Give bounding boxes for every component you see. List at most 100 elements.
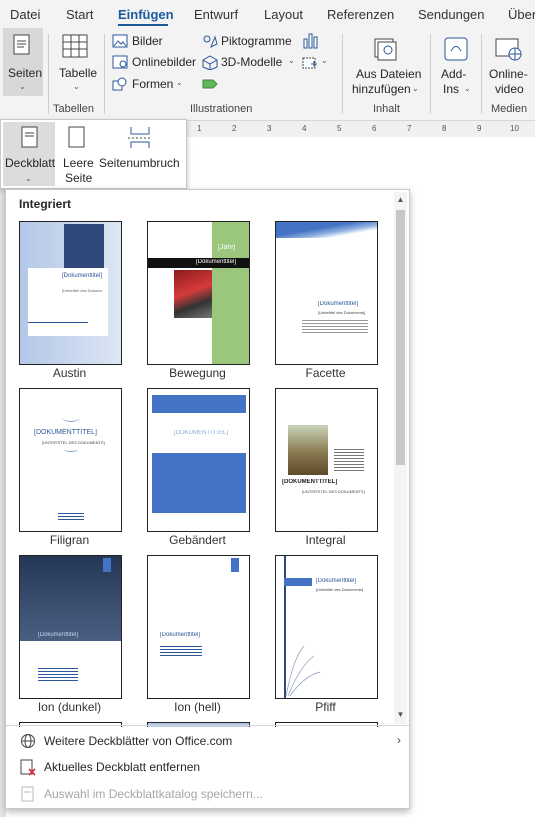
cover-thumbnail-ion-dunkel[interactable]: [Dokumenttitel]	[19, 555, 122, 699]
cover-page-icon	[21, 126, 38, 148]
save-selection-item[interactable]: Auswahl im Deckblattkatalog speichern...	[8, 785, 407, 805]
cover-thumbnail-pfiff[interactable]: [Dokumenttitel] [Untertitel des Dokument…	[275, 555, 378, 699]
gallery-scrollbar[interactable]: ▲ ▼	[394, 192, 407, 724]
cube-icon	[202, 55, 218, 70]
blank-page-button[interactable]: Leere Seite	[59, 122, 95, 186]
cover-name-integral: Integral	[305, 533, 346, 547]
group-divider	[342, 34, 343, 114]
page-break-icon	[128, 127, 152, 148]
ribbon-tab-bar: Datei Start Einfügen Entwurf Layout Refe…	[0, 0, 535, 28]
thumb-title: [DOKUMENTTITEL]	[174, 430, 229, 436]
remove-cover-label: Aktuelles Deckblatt entfernen	[44, 760, 201, 774]
group-divider	[104, 34, 105, 114]
blank-page-label-1: Leere	[63, 156, 94, 170]
scroll-up-arrow-icon[interactable]: ▲	[394, 193, 407, 207]
online-video-label-2: video	[495, 82, 524, 96]
thumb-title: [Dokumenttitel]	[316, 578, 357, 584]
cover-thumbnail-austin[interactable]: [Dokumenttitel] [Untertitel des Dokument…	[19, 221, 122, 365]
smartart-icon	[202, 79, 218, 89]
addins-label-2: Ins	[443, 82, 460, 96]
cover-page-button[interactable]: Deckblatt ⌄	[3, 122, 55, 186]
video-globe-icon	[495, 38, 522, 61]
tab-ueberpruefen[interactable]: Über	[508, 7, 535, 22]
horizontal-ruler[interactable]: 1 2 3 4 5 6 7 8 9 10	[185, 121, 535, 137]
ruler-tick: 6	[372, 124, 377, 133]
pictogram-icon	[203, 35, 218, 49]
scrollbar-thumb[interactable]	[396, 210, 405, 465]
more-covers-label: Weitere Deckblätter von Office.com	[44, 734, 233, 748]
pictures-button[interactable]: Bilder	[112, 33, 198, 51]
cover-thumbnail-ion-hell[interactable]: [Dokumenttitel]	[147, 555, 250, 699]
tab-datei[interactable]: Datei	[10, 7, 40, 22]
cover-name-austin: Austin	[52, 366, 87, 380]
ruler-tick: 3	[267, 124, 272, 133]
tab-referenzen[interactable]: Referenzen	[327, 7, 394, 22]
table-icon	[62, 34, 88, 58]
cover-name-ion-hell: Ion (hell)	[174, 700, 221, 714]
3d-models-label: 3D-Modelle	[221, 55, 283, 69]
chevron-down-icon: ⌄	[464, 84, 471, 93]
chevron-down-icon: ⌄	[19, 82, 26, 91]
cover-name-pfiff: Pfiff	[315, 700, 336, 714]
cover-name-gebaendert: Gebändert	[169, 533, 226, 547]
ruler-tick: 10	[510, 124, 519, 133]
thumb-subtitle: [UNTERTITEL DES DOKUMENTS]	[302, 489, 365, 494]
group-divider	[48, 34, 49, 114]
smartart-button[interactable]	[202, 76, 222, 94]
cover-thumbnail-gebaendert[interactable]: [DOKUMENTTITEL]	[147, 388, 250, 532]
more-covers-office-item[interactable]: Weitere Deckblätter von Office.com	[8, 731, 407, 753]
online-video-label-1: Online-	[489, 67, 528, 81]
cover-thumbnail-integral[interactable]: [DOKUMENTTITEL] [UNTERTITEL DES DOKUMENT…	[275, 388, 378, 532]
ruler-tick: 1	[197, 124, 202, 133]
cover-thumbnail-facette[interactable]: [Dokumenttitel] [Untertitel des Dokument…	[275, 221, 378, 365]
ruler-tick: 4	[302, 124, 307, 133]
shapes-label: Formen	[132, 77, 174, 91]
pictograms-button[interactable]: Piktogramme	[202, 33, 294, 51]
online-video-button[interactable]: Online- video	[487, 28, 535, 98]
chart-button[interactable]	[302, 32, 322, 50]
addins-label-1: Add-	[441, 67, 467, 81]
tab-start[interactable]: Start	[66, 7, 93, 22]
3d-models-button[interactable]: 3D-Modelle ⌄	[202, 54, 300, 72]
group-divider	[481, 34, 482, 114]
tab-sendungen[interactable]: Sendungen	[418, 7, 485, 22]
globe-icon	[21, 734, 35, 748]
gallery-section-header: Integriert	[19, 197, 72, 211]
page-break-button[interactable]: Seitenumbruch	[97, 122, 183, 186]
shapes-button[interactable]: Formen ⌄	[112, 76, 198, 94]
group-label-media: Medien	[491, 103, 528, 115]
chevron-down-icon: ⌄	[25, 174, 32, 183]
pages-label: Seiten	[8, 66, 43, 80]
addins-button[interactable]: Add- Ins ⌄	[437, 28, 475, 98]
cover-thumbnail-bewegung[interactable]: [Jahr] [Dokumenttitel]	[147, 221, 250, 365]
cover-name-bewegung: Bewegung	[169, 366, 226, 380]
decorative-curves	[285, 645, 321, 697]
scroll-down-arrow-icon[interactable]: ▼	[394, 708, 407, 722]
shapes-icon	[112, 77, 127, 91]
remove-cover-item[interactable]: Aktuelles Deckblatt entfernen	[8, 757, 407, 779]
ruler-tick: 2	[232, 124, 237, 133]
table-button[interactable]: Tabelle ⌄	[55, 28, 99, 96]
online-pictures-button[interactable]: Onlinebilder	[112, 54, 198, 72]
pages-dropdown: Deckblatt ⌄ Leere Seite Seitenumbruch	[0, 119, 187, 189]
tab-einfuegen[interactable]: Einfügen	[118, 7, 174, 22]
ruler-tick: 5	[337, 124, 342, 133]
pages-button[interactable]: Seiten ⌄	[3, 28, 43, 96]
picture-icon	[112, 34, 128, 48]
tab-layout[interactable]: Layout	[264, 7, 303, 22]
tab-entwurf[interactable]: Entwurf	[194, 7, 238, 22]
online-pictures-label: Onlinebilder	[132, 55, 197, 69]
cover-name-facette: Facette	[305, 366, 346, 380]
screenshot-button[interactable]: ⌄	[302, 54, 334, 72]
thumb-title: [Dokumenttitel]	[318, 301, 359, 307]
add-from-files-button[interactable]: Aus Dateien hinzufügen ⌄	[350, 28, 425, 98]
chevron-down-icon: ⌄	[288, 56, 295, 65]
ruler-tick: 9	[477, 124, 482, 133]
thumb-subtitle: [Untertitel des Dokuments]	[62, 288, 102, 293]
cover-page-gallery: Integriert [Dokumenttitel] [Untertitel d…	[5, 189, 410, 809]
pictures-label: Bilder	[132, 34, 163, 48]
group-divider	[430, 34, 431, 114]
online-picture-icon	[112, 55, 128, 69]
cover-thumbnail-filigran[interactable]: [DOKUMENTTITEL] [UNTERTITEL DES DOKUMENT…	[19, 388, 122, 532]
blank-page-label-2: Seite	[65, 171, 93, 185]
